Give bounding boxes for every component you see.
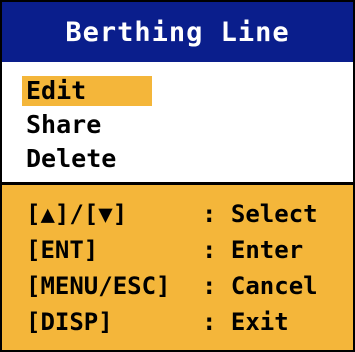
help-key-disp: [DISP]: [26, 308, 113, 336]
help-key-up-down: [▲]/[▼]: [26, 200, 128, 228]
help-action-cancel: : Cancel: [202, 272, 318, 300]
berthing-line-dialog: Berthing Line Edit Share Delete [▲]/[▼] …: [0, 0, 355, 352]
dialog-title: Berthing Line: [65, 16, 290, 48]
menu-item-share[interactable]: Share: [22, 110, 105, 140]
menu-item-edit[interactable]: Edit: [22, 76, 152, 106]
dialog-title-bar: Berthing Line: [2, 2, 353, 62]
help-key-ent: [ENT]: [26, 236, 99, 264]
help-key-menu-esc: [MENU/ESC]: [26, 272, 171, 300]
help-action-select: : Select: [202, 200, 318, 228]
help-action-enter: : Enter: [202, 236, 304, 264]
help-row-select: [▲]/[▼] : Select: [26, 197, 346, 231]
key-help-panel: [▲]/[▼] : Select [ENT] : Enter [MENU/ESC…: [2, 185, 353, 350]
menu-item-delete[interactable]: Delete: [22, 144, 120, 174]
help-row-exit: [DISP] : Exit: [26, 305, 346, 339]
help-row-enter: [ENT] : Enter: [26, 233, 346, 267]
help-row-cancel: [MENU/ESC] : Cancel: [26, 269, 346, 303]
menu-list: Edit Share Delete: [2, 62, 353, 185]
help-action-exit: : Exit: [202, 308, 289, 336]
